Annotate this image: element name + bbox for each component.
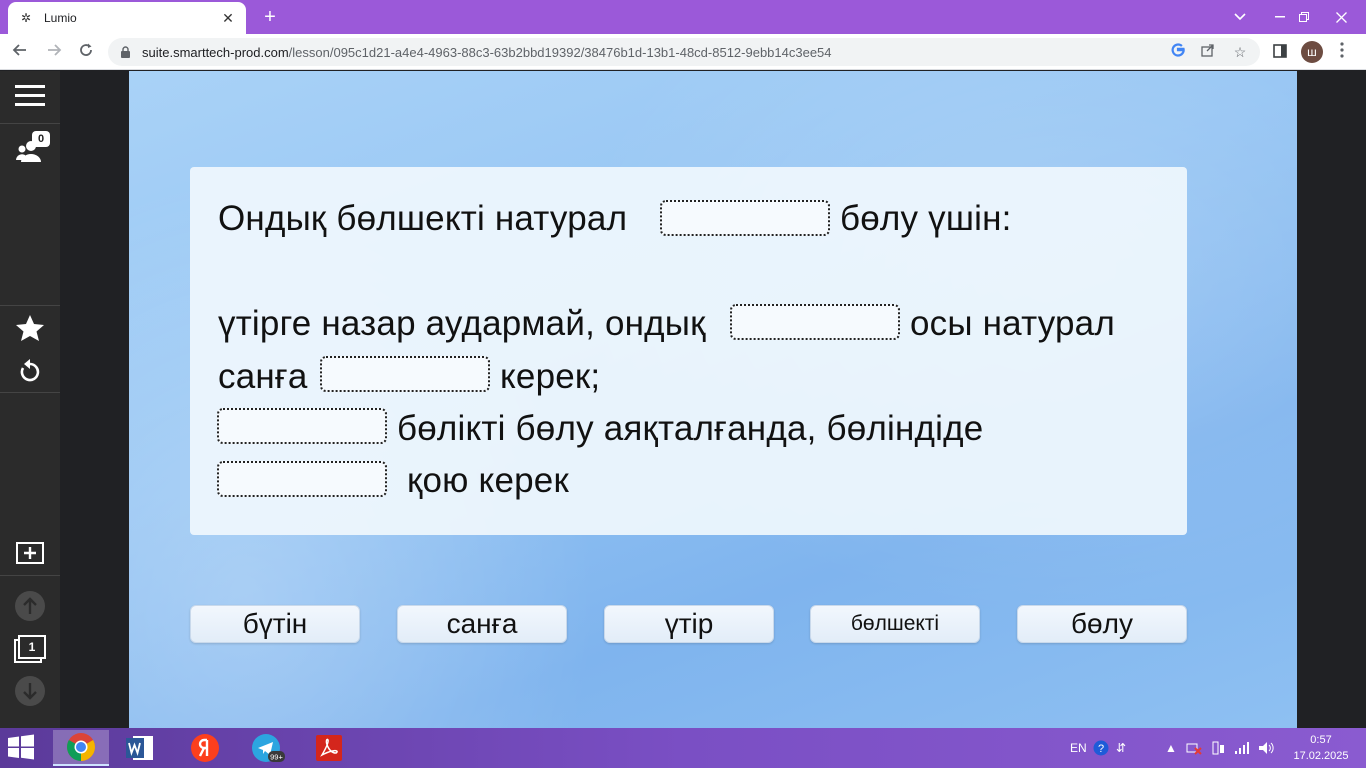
- lumio-favicon-icon: ✲: [20, 11, 32, 25]
- participants-count-badge: 0: [32, 131, 50, 147]
- clock-time: 0:57: [1310, 734, 1332, 746]
- drop-zone-4[interactable]: [217, 408, 387, 444]
- text-line-3b: керек;: [500, 357, 601, 396]
- text-line-4: бөлікті бөлу аяқталғанда, бөліндіде: [397, 409, 984, 448]
- back-arrow-icon[interactable]: [8, 40, 32, 64]
- text-line-1b: бөлу үшін:: [840, 199, 1012, 238]
- side-panel-icon[interactable]: [1268, 40, 1292, 64]
- browser-tab[interactable]: ✲ Lumio ✕: [8, 2, 246, 34]
- hamburger-menu-icon[interactable]: [10, 76, 50, 116]
- word-chip[interactable]: үтір: [604, 605, 774, 643]
- question-card: Ондық бөлшекті натурал бөлу үшін: үтірге…: [190, 167, 1187, 535]
- telegram-badge: 99+: [270, 753, 283, 762]
- drop-zone-1[interactable]: [660, 200, 830, 236]
- text-line-3a: санға: [218, 357, 308, 396]
- forward-arrow-icon[interactable]: [42, 40, 66, 64]
- profile-avatar[interactable]: ш: [1301, 41, 1323, 63]
- yandex-taskbar-icon[interactable]: [177, 730, 233, 766]
- word-chip[interactable]: санға: [397, 605, 567, 643]
- help-icon[interactable]: ?: [1093, 728, 1109, 768]
- share-icon[interactable]: [1198, 42, 1218, 62]
- chrome-taskbar-icon[interactable]: [53, 730, 109, 766]
- bookmark-star-icon[interactable]: ☆: [1230, 42, 1250, 62]
- drop-zone-2[interactable]: [730, 304, 900, 340]
- drop-zone-5[interactable]: [217, 461, 387, 497]
- previous-page-icon[interactable]: [15, 591, 45, 621]
- lumio-app: 0 1 Ондық бөлшекті натурал бөлу үшін: үт…: [0, 71, 1366, 728]
- text-line-5: қою керек: [407, 461, 569, 500]
- text-line-2a: үтірге назар аудармай, ондық: [218, 304, 706, 343]
- text-line-2b: осы натурал: [910, 304, 1115, 343]
- system-clock[interactable]: 0:57 17.02.2025: [1290, 732, 1352, 764]
- tab-close-icon[interactable]: ✕: [220, 10, 236, 27]
- star-icon[interactable]: [10, 308, 50, 348]
- url-host: suite.smarttech-prod.com: [142, 44, 289, 60]
- browser-menu-icon[interactable]: [1330, 40, 1354, 64]
- pdf-reader-taskbar-icon[interactable]: [301, 730, 357, 766]
- pen-icon[interactable]: ⇵: [1116, 728, 1126, 768]
- windows-taskbar: 99+ EN ? ⇵ ▲ 0:57 17.02.2025: [0, 728, 1366, 768]
- lesson-canvas: Ондық бөлшекті натурал бөлу үшін: үтірге…: [129, 71, 1297, 728]
- signal-icon[interactable]: [1234, 728, 1250, 768]
- show-hidden-icons-chevron-icon[interactable]: ▲: [1165, 728, 1177, 768]
- page-indicator[interactable]: 1: [14, 635, 46, 663]
- network-disconnected-icon[interactable]: [1186, 728, 1202, 768]
- address-bar[interactable]: suite.smarttech-prod.com/lesson/095c1d21…: [108, 38, 1260, 66]
- google-translate-icon[interactable]: [1168, 42, 1188, 62]
- reset-icon[interactable]: [10, 351, 50, 391]
- volume-icon[interactable]: [1258, 728, 1276, 768]
- word-chip[interactable]: бөлу: [1017, 605, 1187, 643]
- tab-title: Lumio: [44, 11, 77, 25]
- lock-icon: [120, 46, 132, 58]
- browser-tab-strip: ✲ Lumio ✕ +: [0, 0, 1366, 34]
- add-page-icon[interactable]: [10, 533, 50, 573]
- tab-search-chevron-icon[interactable]: [1220, 0, 1260, 34]
- window-close-icon[interactable]: [1318, 0, 1364, 34]
- reload-icon[interactable]: [74, 40, 98, 64]
- sidebar-divider: [0, 305, 60, 306]
- sidebar-divider: [0, 575, 60, 576]
- svg-text:?: ?: [1098, 743, 1104, 755]
- input-language[interactable]: EN: [1070, 728, 1087, 768]
- text-line-1a: Ондық бөлшекті натурал: [218, 199, 628, 238]
- page-number: 1: [18, 635, 46, 659]
- url-path: /lesson/095c1d21-a4e4-4963-88c3-63b2bbd1…: [288, 44, 832, 60]
- telegram-taskbar-icon[interactable]: 99+: [240, 730, 296, 766]
- sidebar-divider: [0, 392, 60, 393]
- word-chip[interactable]: бөлшекті: [810, 605, 980, 643]
- next-page-icon[interactable]: [15, 676, 45, 706]
- browser-toolbar: suite.smarttech-prod.com/lesson/095c1d21…: [0, 34, 1366, 70]
- windows-start-icon[interactable]: [6, 734, 38, 762]
- word-chip[interactable]: бүтін: [190, 605, 360, 643]
- device-icon[interactable]: [1210, 728, 1226, 768]
- lumio-sidebar: 0 1: [0, 71, 60, 728]
- new-tab-button[interactable]: +: [258, 5, 282, 29]
- right-gutter: [1297, 71, 1366, 728]
- clock-date: 17.02.2025: [1293, 750, 1349, 762]
- drop-zone-3[interactable]: [320, 356, 490, 392]
- sidebar-divider: [0, 123, 60, 124]
- word-taskbar-icon[interactable]: [112, 730, 168, 766]
